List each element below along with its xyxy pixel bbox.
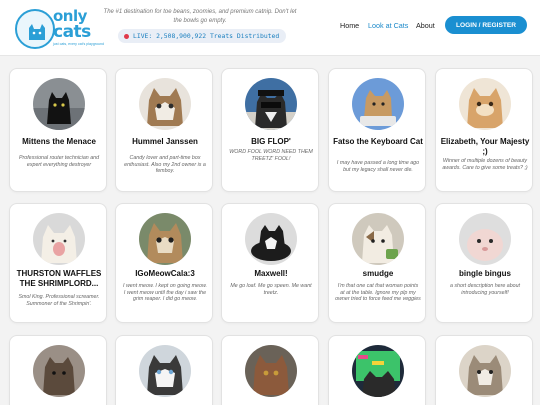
cat-card[interactable]: Hummel Janssen Candy lover and part-time…: [115, 68, 213, 192]
cat-avatar: [245, 345, 297, 397]
cat-description: Winner of multiple dozens of beauty awar…: [442, 158, 528, 171]
site-tagline: The #1 destination for toe beans, zoomie…: [103, 9, 297, 24]
nav-about-link[interactable]: About: [416, 21, 435, 30]
cat-avatar: [245, 213, 297, 265]
logo-tagline: just cats, every cat's playground: [53, 42, 105, 46]
cat-avatar: [139, 213, 191, 265]
cat-card[interactable]: Maxwell! Me go loaf. Me go speen. Me wan…: [221, 203, 319, 323]
cat-avatar: [245, 78, 297, 130]
cat-avatar: [33, 213, 85, 265]
cat-card[interactable]: [221, 335, 319, 405]
cat-card[interactable]: Elizabeth, Your Majesty ;) Winner of mul…: [435, 68, 533, 192]
cat-name: Hummel Janssen: [132, 137, 198, 146]
cat-name: Elizabeth, Your Majesty ;): [440, 137, 530, 156]
logo-text-cats: cats: [53, 22, 91, 42]
live-treats-ticker: LIVE: 2,508,900,922 Treats Distributed: [118, 29, 287, 43]
site-logo[interactable]: only cats just cats, every cat's playgro…: [15, 7, 105, 51]
cat-avatar: [459, 345, 511, 397]
cat-description: WORD FOOL WORD NEED THEM TREETZ' FOOL!: [229, 149, 313, 162]
nav-look-at-cats-link[interactable]: Look at Cats: [368, 21, 408, 30]
cat-description: I went meow. I kept on going meow. I wen…: [123, 283, 207, 303]
cat-avatar: [459, 213, 511, 265]
cat-card[interactable]: Fatso the Keyboard Cat I may have passed…: [328, 68, 426, 192]
login-register-button[interactable]: LOGIN / REGISTER: [445, 16, 527, 34]
cat-card[interactable]: [115, 335, 213, 405]
cat-name: BIG FLOP': [251, 137, 291, 146]
cat-avatar: [352, 78, 404, 130]
cat-avatar: [352, 213, 404, 265]
cat-name: Fatso the Keyboard Cat: [333, 137, 423, 146]
cat-name: bingle bingus: [459, 269, 511, 278]
cat-name: Mittens the Menace: [22, 137, 96, 146]
cat-card[interactable]: [328, 335, 426, 405]
cat-description: I may have passed a long time ago but my…: [336, 160, 420, 173]
cat-avatar: [33, 345, 85, 397]
logo-badge: [15, 9, 55, 49]
cat-name: IGoMeowCala:3: [135, 269, 195, 278]
site-header: only cats just cats, every cat's playgro…: [0, 0, 540, 56]
live-ticker-text: LIVE: 2,508,900,922 Treats Distributed: [133, 32, 280, 40]
cat-card[interactable]: [9, 335, 107, 405]
nav-home-link[interactable]: Home: [340, 21, 359, 30]
cat-name: smudge: [362, 269, 394, 278]
cat-description: Professional router technician and exper…: [18, 155, 100, 168]
cat-description: a short description here about introduci…: [449, 283, 521, 296]
cat-avatar: [139, 78, 191, 130]
cat-avatar: [352, 345, 404, 397]
cat-avatar: [139, 345, 191, 397]
cat-card[interactable]: BIG FLOP' WORD FOOL WORD NEED THEM TREET…: [221, 68, 319, 192]
cat-description: Candy lover and part-time box enthusiast…: [124, 155, 206, 175]
cat-avatar: [459, 78, 511, 130]
cat-card[interactable]: THURSTON WAFFLES THE SHRIMPLORD... Smol …: [9, 203, 107, 323]
cat-card[interactable]: Mittens the Menace Professional router t…: [9, 68, 107, 192]
cat-description: Me go loaf. Me go speen. Me want treetz.: [230, 283, 312, 296]
cat-avatar: [33, 78, 85, 130]
cat-card[interactable]: [435, 335, 533, 405]
cat-name: THURSTON WAFFLES THE SHRIMPLORD...: [16, 269, 102, 288]
cat-name: Maxwell!: [254, 269, 288, 278]
cat-logo-icon: [29, 24, 45, 40]
cat-card[interactable]: bingle bingus a short description here a…: [435, 203, 533, 323]
cat-card[interactable]: IGoMeowCala:3 I went meow. I kept on goi…: [115, 203, 213, 323]
cat-description: Smol King. Professional screamer. Summon…: [18, 294, 100, 307]
live-dot-icon: [124, 33, 129, 39]
cat-description: I'm that one cat that woman points at at…: [335, 283, 421, 303]
cat-card[interactable]: smudge I'm that one cat that woman point…: [328, 203, 426, 323]
